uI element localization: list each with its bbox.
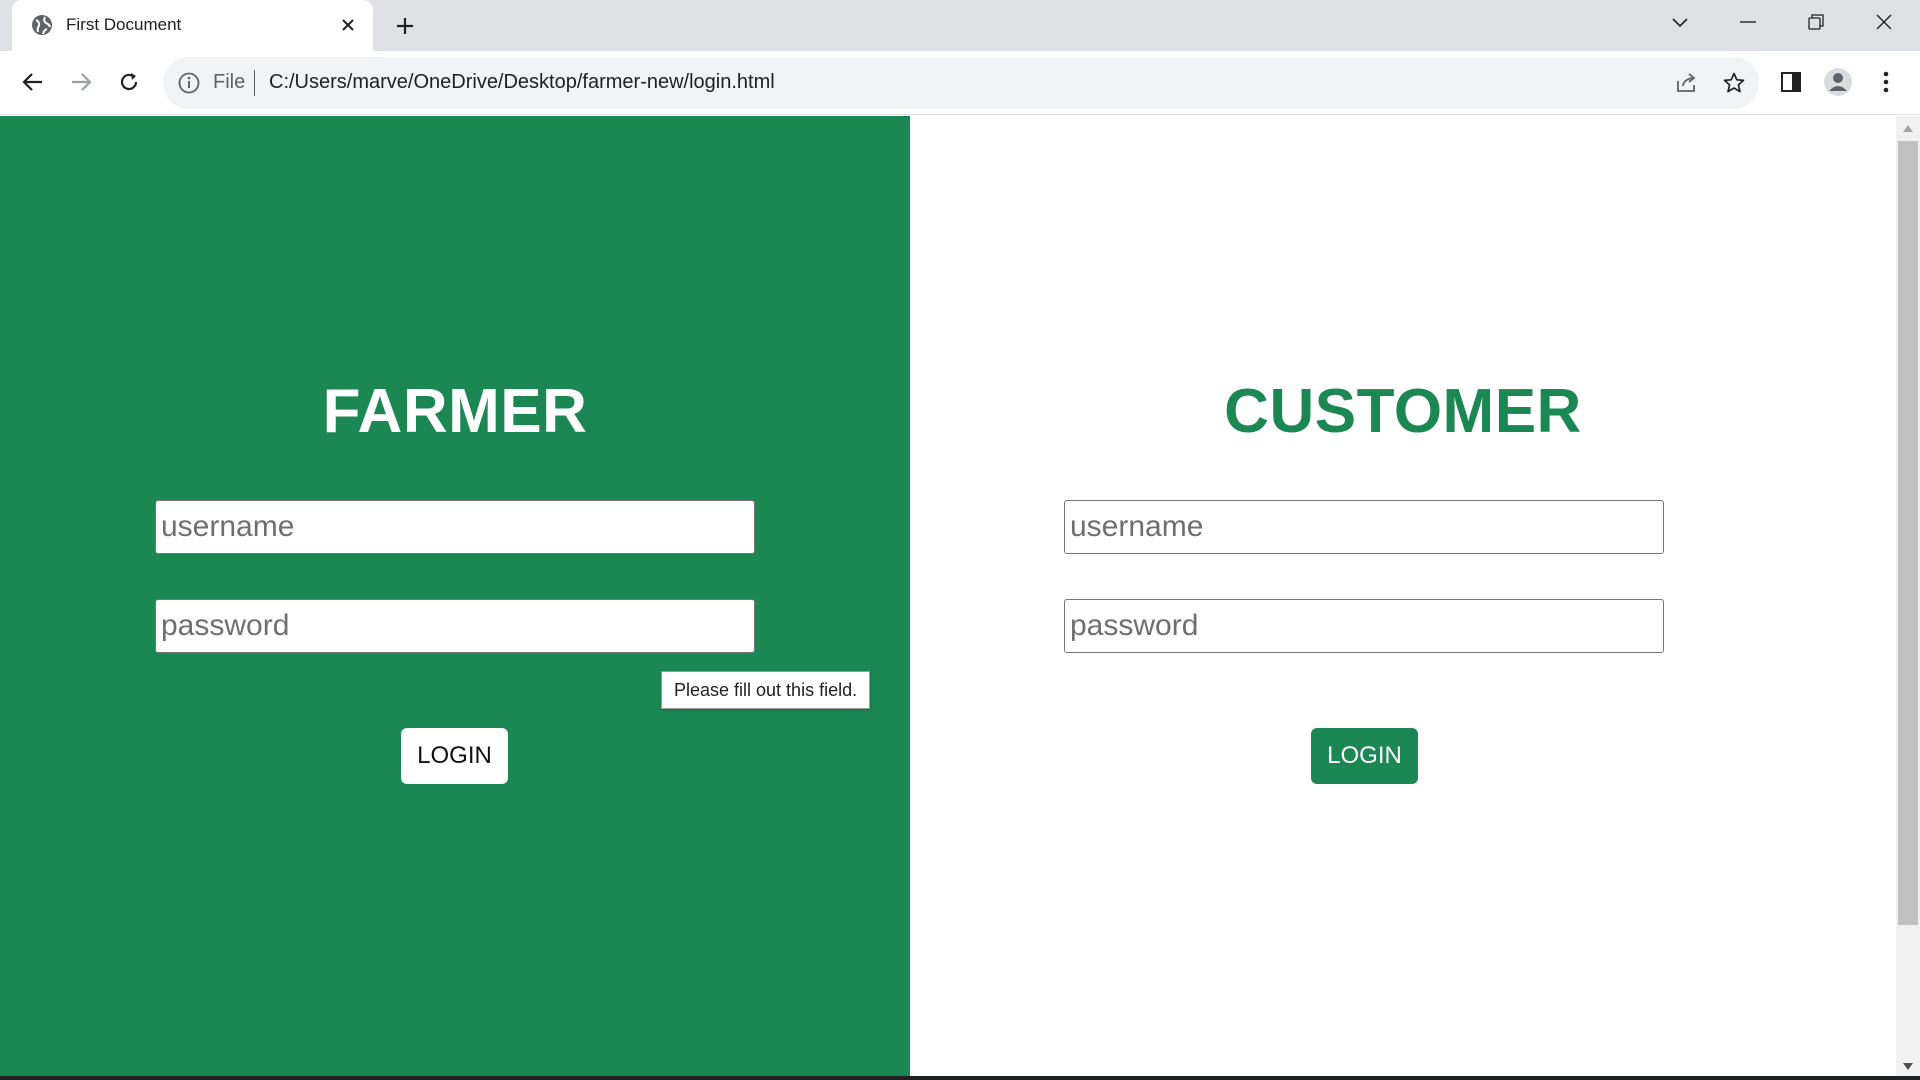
- customer-password-input[interactable]: [1064, 599, 1664, 653]
- customer-heading: CUSTOMER: [1224, 377, 1582, 446]
- scheme-label: File: [213, 71, 246, 93]
- minimize-icon[interactable]: [1714, 0, 1782, 44]
- url-text[interactable]: C:/Users/marve/OneDrive/Desktop/farmer-n…: [269, 71, 775, 94]
- browser-tab[interactable]: First Document: [12, 0, 373, 51]
- side-panel-icon[interactable]: [1775, 66, 1807, 98]
- address-separator: [254, 70, 255, 96]
- window-bottom-edge: [0, 1076, 1920, 1080]
- back-icon[interactable]: [15, 64, 51, 100]
- star-icon[interactable]: [1722, 71, 1746, 95]
- info-icon[interactable]: [177, 71, 201, 95]
- scroll-up-icon[interactable]: [1900, 120, 1916, 136]
- window-close-icon[interactable]: [1850, 0, 1918, 44]
- farmer-panel: FARMER LOGIN: [0, 116, 910, 1078]
- page-viewport: FARMER LOGIN CUSTOMER LOGIN Please fill …: [0, 116, 1920, 1078]
- address-bar[interactable]: File C:/Users/marve/OneDrive/Desktop/far…: [163, 57, 1759, 109]
- chevron-down-icon[interactable]: [1646, 0, 1714, 44]
- menu-icon[interactable]: [1870, 66, 1902, 98]
- farmer-login-button[interactable]: LOGIN: [401, 728, 508, 784]
- validation-tooltip: Please fill out this field.: [661, 671, 871, 709]
- plus-icon[interactable]: [390, 11, 420, 41]
- customer-username-input[interactable]: [1064, 500, 1664, 554]
- farmer-username-input[interactable]: [155, 500, 755, 554]
- customer-panel: CUSTOMER LOGIN: [910, 116, 1896, 1078]
- farmer-password-input[interactable]: [155, 599, 755, 653]
- profile-icon[interactable]: [1822, 66, 1854, 98]
- customer-login-button[interactable]: LOGIN: [1311, 728, 1418, 784]
- reload-icon[interactable]: [111, 64, 147, 100]
- share-icon[interactable]: [1674, 71, 1698, 95]
- tab-title: First Document: [66, 15, 182, 34]
- restore-icon[interactable]: [1782, 0, 1850, 44]
- farmer-heading: FARMER: [322, 377, 588, 446]
- scrollbar-thumb[interactable]: [1898, 141, 1918, 925]
- forward-icon[interactable]: [63, 64, 99, 100]
- close-icon[interactable]: [335, 12, 361, 38]
- tab-strip: First Document: [0, 0, 1920, 51]
- globe-icon: [31, 14, 53, 36]
- scroll-down-icon[interactable]: [1900, 1058, 1916, 1074]
